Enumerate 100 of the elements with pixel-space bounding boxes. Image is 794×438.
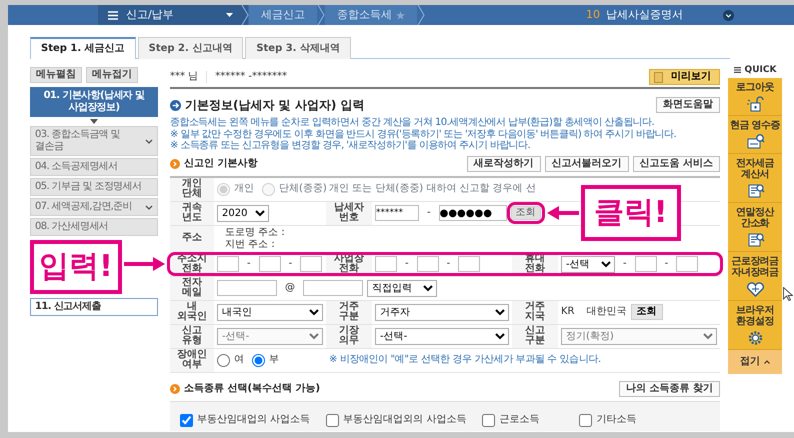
input-field[interactable] [258,256,281,272]
section-title: 신고인 기본사항 [184,158,258,170]
info-text: 개인 또는 단체(종중) 대하여 신고할 경우에 선 [329,183,536,194]
section-bullet-icon [170,158,180,168]
radio-label: 여 [234,354,244,366]
radio-button[interactable] [217,354,230,366]
warning-text: ※ 비장애인이 "예"로 선택한 경우 가산세가 부과될 수 있습니다. [329,354,601,365]
quick-menu-item[interactable]: 현금 영수증 [728,116,782,154]
sidebar-menu-item[interactable]: 05. 기부금 및 조정명세서 [30,178,158,196]
step-tab[interactable]: Step 1. 세금신고 [30,37,136,59]
field-label: 주소 [170,225,214,252]
dropdown-circle-icon [723,10,734,20]
action-button[interactable]: 신고도움 서비스 [632,156,720,172]
preview-button[interactable]: 미리보기 [649,69,720,85]
star-icon [396,10,405,20]
menu-toggle-button[interactable]: 메뉴접기 [86,67,138,83]
step-tab[interactable]: Step 2. 신고내역 [138,37,244,59]
menu-title-button[interactable]: 신고/납부 [98,5,248,25]
separator-text: @ [285,282,295,294]
caret-icon [226,13,233,17]
chevron-icon [317,5,325,25]
field-label: 거주 지국 [512,300,558,324]
checkbox[interactable] [579,414,592,426]
document-search-icon [746,182,764,199]
quick-menu-item[interactable]: 브라우저 환경설정 [728,300,782,350]
sidebar-menu-item[interactable]: 07. 세액공제,감면,준비 [30,198,158,216]
action-button[interactable]: 신고서불러오기 [544,156,629,172]
select-field[interactable]: -선택- [375,328,509,344]
lookup-button[interactable]: 조회 [510,206,541,220]
quick-title: QUICK [744,65,776,76]
sidebar-menu-item[interactable]: 11. 신고서제출 [30,298,158,316]
input-field[interactable]: ****** [375,205,419,221]
select-field[interactable]: 직접입력 [367,280,437,296]
caret-up-icon [764,360,770,364]
lookup-button[interactable]: 조회 [630,304,663,320]
find-income-button[interactable]: 나의 소득종류 찾기 [619,380,720,396]
select-field[interactable]: -선택 [561,256,615,272]
field-label: 납세자 번호 [326,201,372,225]
address-label: 지번 주소 : [224,238,276,250]
menu-icon [108,10,118,20]
input-field[interactable] [303,280,363,296]
select-field[interactable]: 거주자 [375,304,509,320]
fold-button[interactable]: 접기 [728,350,782,374]
chevron-icon [241,5,249,25]
checkbox[interactable] [180,414,193,426]
country-name: 대한민국 [586,306,627,318]
checkbox[interactable] [326,414,340,426]
lock-icon [746,94,764,112]
field-label: 귀속 년도 [170,201,214,225]
address-label: 도로명 주소 : [224,226,286,238]
chevron-icon [417,5,425,25]
sidebar-menu-item[interactable]: 08. 가산세명세서 [30,218,158,236]
checkbox[interactable] [482,414,496,426]
separator-text: - [288,258,292,270]
receipt-icon [746,132,764,150]
notice-text: ※ 소득종류 또는 신고유형을 변경할 경우, '새로작성하기'를 이용하여 주시기 바랍니다. [170,140,532,152]
input-field[interactable] [217,280,277,296]
input-field[interactable] [217,256,239,272]
section-title: 기본정보(납세자 및 사업자) 입력 [185,98,365,112]
select-field[interactable]: 2020 [217,204,269,222]
notice-text: ※ 일부 값만 수정한 경우에도 이후 화면을 반드시 경유('등록하기' 또는 '저장후 다음이동' 버튼클릭) 하여 주시기 바랍니다. [170,128,678,140]
separator-text: - [446,258,450,270]
input-field[interactable] [416,256,439,272]
document-search-icon [746,230,764,248]
radio-label: 개인 [234,183,254,195]
quick-menu-item[interactable]: 연말정산 간소화 [728,202,782,252]
separator-text: - [405,258,409,270]
current-menu-link[interactable]: 납세사실증명서 [606,8,683,22]
quick-menu-item[interactable]: 근로장려금 자녀장려금 [728,252,782,301]
input-field[interactable] [300,256,322,272]
action-button[interactable]: 새로작성하기 [466,156,541,172]
sidebar-menu-item[interactable]: 04. 소득공제명세서 [30,158,158,176]
section-title: 소득종류 선택(복수선택 가능) [184,382,320,394]
down-arrow-icon [90,119,98,124]
sidebar-menu-item[interactable]: 01. 기본사항(납세자 및 사업장정보) [30,87,158,117]
radio-label: 부 [269,354,279,366]
separator-text: - [427,207,431,219]
heart-icon [746,280,764,297]
quick-menu-item[interactable]: 전자세금 계산서 [728,154,782,203]
separator-text: - [247,258,251,270]
menu-icon [734,67,741,74]
input-field[interactable] [676,256,698,272]
input-field[interactable] [375,256,397,272]
user-name: *** 님 [170,71,198,83]
menu-toggle-button[interactable]: 메뉴펼침 [30,67,82,83]
country-code: KR [561,306,575,318]
radio-button[interactable] [252,354,265,366]
notice-text: 종합소득세는 왼쪽 메뉴를 순차로 입력하면서 중간 계산을 거쳐 10.세액계산에서 납부(환급)할 총세액이 산출됩니다. [170,117,656,128]
step-tab[interactable]: Step 3. 삭제내역 [245,37,351,59]
field-label: 기장 의무 [326,324,372,348]
document-icon [654,72,663,82]
input-field[interactable]: ●●●●●● [438,205,507,221]
callout-arrow [124,257,165,271]
input-field[interactable] [458,256,480,272]
quick-menu-item[interactable]: 로그아웃 [728,78,782,116]
select-field[interactable]: 내국인 [217,304,323,320]
field-label: 전자 메일 [170,276,214,300]
input-field[interactable] [634,256,657,272]
help-button[interactable]: 화면도움말 [656,97,720,113]
sidebar-menu-item[interactable]: 03. 종합소득금액 및 결손금 [30,126,158,156]
